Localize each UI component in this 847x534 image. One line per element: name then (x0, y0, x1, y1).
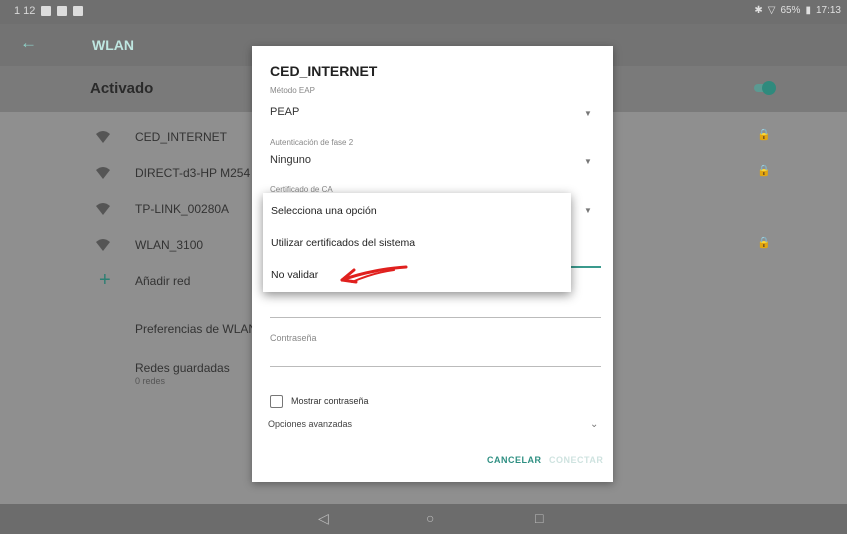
dropdown-option[interactable]: Selecciona una opción (271, 205, 377, 217)
lock-icon: 🔒 (757, 165, 771, 177)
password-field[interactable] (270, 366, 601, 367)
chevron-down-icon[interactable]: ⌄ (590, 419, 598, 430)
notification-icon (41, 6, 52, 16)
advanced-options-label[interactable]: Opciones avanzadas (268, 419, 352, 429)
toggle-thumb (762, 81, 776, 95)
wlan-preferences-item[interactable]: Preferencias de WLAN (135, 322, 257, 336)
connect-button[interactable]: CONECTAR (549, 455, 603, 465)
wifi-status-icon: ▽ (767, 5, 776, 16)
network-name: WLAN_3100 (135, 238, 204, 252)
network-name: CED_INTERNET (135, 130, 228, 144)
dropdown-arrow-icon[interactable]: ▼ (584, 206, 592, 215)
show-password-label: Mostrar contraseña (291, 396, 369, 406)
dropdown-arrow-icon[interactable]: ▼ (584, 109, 592, 118)
dropdown-option[interactable]: Utilizar certificados del sistema (271, 237, 415, 249)
notification-icon (73, 6, 84, 16)
ca-certificate-dropdown: Selecciona una opción Utilizar certifica… (263, 193, 571, 292)
back-arrow-icon[interactable]: ← (20, 33, 37, 53)
wlan-toggle-label: Activado (90, 80, 154, 97)
dropdown-arrow-icon[interactable]: ▼ (584, 157, 592, 166)
status-bar: 1 12 ✱ ▽ 65% ▮ 17:13 (0, 0, 847, 24)
status-left: 1 12 (14, 5, 84, 17)
android-screen: 1 12 ✱ ▽ 65% ▮ 17:13 ← WLAN Activado CED… (0, 0, 847, 534)
eap-method-value[interactable]: PEAP (270, 106, 299, 118)
saved-networks-count: 0 redes (135, 376, 166, 386)
wlan-toggle-switch[interactable] (754, 81, 776, 95)
annotation-arrow-icon (340, 265, 408, 284)
wifi-icon (96, 167, 110, 179)
dropdown-option[interactable]: No validar (271, 269, 318, 281)
lock-icon: 🔒 (757, 237, 771, 249)
add-network-label: Añadir red (135, 274, 191, 288)
plus-icon: + (99, 269, 111, 291)
cancel-button[interactable]: CANCELAR (487, 455, 542, 465)
navigation-bar: ◁ ○ □ (0, 504, 847, 534)
battery-percent: 65% (780, 5, 801, 16)
wifi-icon (96, 203, 110, 215)
bluetooth-icon: ✱ (754, 5, 763, 16)
dialog-title: CED_INTERNET (270, 63, 378, 79)
clock: 17:13 (815, 5, 841, 16)
home-icon[interactable]: ○ (426, 510, 434, 526)
lock-icon: 🔒 (757, 129, 771, 141)
wifi-icon (96, 239, 110, 251)
notification-icon (57, 6, 68, 16)
wifi-icon (96, 131, 110, 143)
network-name: TP-LINK_00280A (135, 202, 230, 216)
show-password-checkbox[interactable] (270, 395, 283, 408)
back-icon[interactable]: ◁ (318, 510, 329, 527)
phase2-auth-label: Autenticación de fase 2 (270, 138, 354, 147)
password-label: Contraseña (270, 333, 317, 343)
anonymous-identity-underline[interactable] (270, 317, 601, 318)
status-text: 1 12 (14, 5, 36, 17)
status-right: ✱ ▽ 65% ▮ 17:13 (754, 5, 841, 16)
page-title: WLAN (92, 37, 134, 53)
phase2-auth-value[interactable]: Ninguno (270, 154, 311, 166)
saved-networks-item[interactable]: Redes guardadas (135, 361, 230, 375)
recents-icon[interactable]: □ (535, 510, 543, 526)
battery-icon: ▮ (805, 5, 811, 16)
eap-method-label: Método EAP (270, 86, 315, 95)
